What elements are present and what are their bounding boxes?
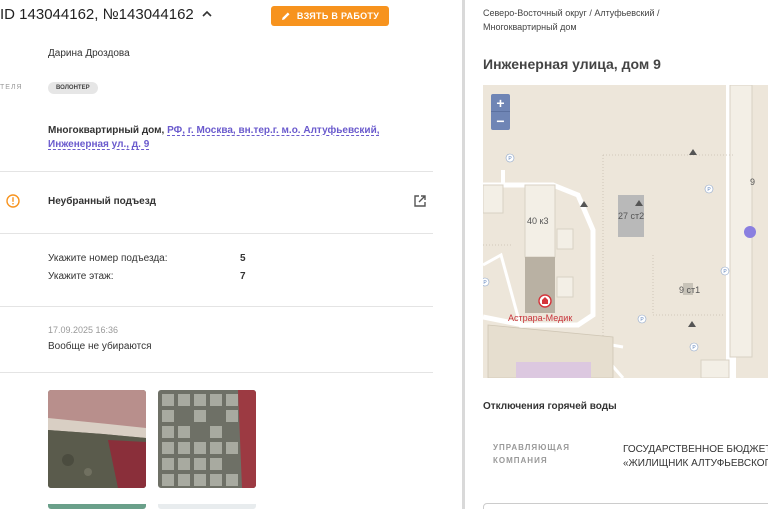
map-canvas: PPP PPP [483, 85, 768, 378]
map[interactable]: PPP PPP 40 к3 27 ст2 9 ст1 9 Астрара-Мед… [483, 85, 768, 378]
address-type: Многоквартирный дом, [48, 125, 165, 136]
breadcrumb: Северо-Восточный округ / Алтуфьевский / … [483, 6, 753, 34]
external-link-icon[interactable] [413, 194, 427, 208]
role-label: ТЕЛЯ [0, 84, 23, 91]
address-panel: Северо-Восточный округ / Алтуфьевский / … [465, 0, 768, 509]
divider [0, 171, 433, 172]
pencil-icon [281, 12, 290, 20]
divider [0, 233, 433, 234]
app-window: ID 143044162, №143044162 ВЗЯТЬ В РАБОТУ … [0, 0, 768, 509]
zoom-in-button[interactable]: + [491, 94, 510, 112]
breadcrumb-line[interactable]: Многоквартирный дом [483, 20, 753, 34]
applicant-name: Дарина Дроздова [48, 48, 130, 59]
map-building-label: 27 ст2 [618, 211, 645, 221]
management-company-value-line: «ЖИЛИЩНИК АЛТУФЬЕВСКОГО» [623, 458, 768, 469]
address-block: Многоквартирный дом, РФ, г. Москва, вн.т… [48, 124, 438, 152]
map-building-label: 9 ст1 [679, 285, 701, 295]
issue-title: Неубранный подъезд [48, 196, 157, 207]
divider [0, 306, 433, 307]
take-in-work-label: ВЗЯТЬ В РАБОТУ [296, 11, 380, 21]
management-company-label-line: УПРАВЛЯЮЩАЯ [493, 443, 571, 452]
divider [0, 372, 433, 373]
management-company-label: УПРАВЛЯЮЩАЯ КОМПАНИЯ [493, 441, 570, 467]
bottom-card [483, 503, 768, 509]
photo-thumbnail[interactable] [48, 500, 146, 509]
hot-water-title: Отключения горячей воды [483, 401, 617, 412]
role-badge: ВОЛОНТЕР [48, 82, 98, 94]
warning-circle-icon [6, 194, 20, 208]
entrance-value: 5 [240, 253, 246, 264]
photo-thumbnail[interactable] [158, 390, 256, 488]
floor-value: 7 [240, 271, 246, 282]
map-clinic-label: Астрара-Медик [508, 313, 573, 323]
issue-panel: ID 143044162, №143044162 ВЗЯТЬ В РАБОТУ … [0, 0, 462, 509]
comment-text: Вообще не убираются [48, 341, 152, 352]
management-company-label-line: КОМПАНИЯ [493, 456, 548, 465]
management-company-value-line: ГОСУДАРСТВЕННОЕ БЮДЖЕТНОЕ [623, 444, 768, 455]
entrance-label: Укажите номер подъезда: [48, 253, 168, 264]
photo-thumbnail[interactable] [158, 500, 256, 509]
take-in-work-button[interactable]: ВЗЯТЬ В РАБОТУ [271, 6, 389, 26]
zoom-out-button[interactable]: − [491, 112, 510, 130]
chevron-up-icon[interactable] [202, 9, 212, 19]
floor-label: Укажите этаж: [48, 271, 114, 282]
map-building-label: 40 к3 [527, 216, 549, 226]
comment-date: 17.09.2025 16:36 [48, 325, 119, 335]
map-zoom-control: + − [491, 94, 510, 130]
breadcrumb-line[interactable]: Северо-Восточный округ / Алтуфьевский / [483, 6, 753, 20]
photo-thumbnail[interactable] [48, 390, 146, 488]
map-building-label: 9 [750, 177, 756, 187]
address-title: Инженерная улица, дом 9 [483, 56, 661, 72]
issue-id: ID 143044162, №143044162 [0, 6, 194, 23]
management-company-value: ГОСУДАРСТВЕННОЕ БЮДЖЕТНОЕ «ЖИЛИЩНИК АЛТУ… [623, 443, 768, 471]
